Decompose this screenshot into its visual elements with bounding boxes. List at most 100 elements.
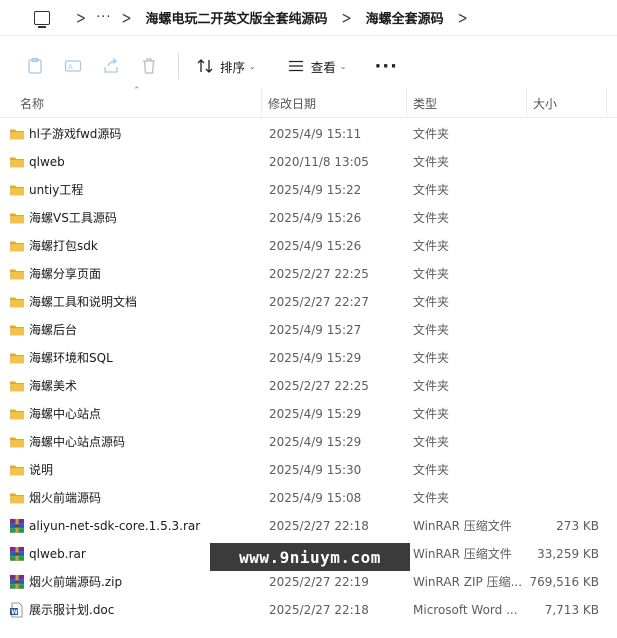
view-button[interactable]: 查看 ⌄ (282, 53, 353, 80)
file-row[interactable]: 烟火前端源码.zip 2025/2/27 22:19 WinRAR ZIP 压缩..… (0, 568, 617, 596)
file-row[interactable]: hl子游戏fwd源码 2025/4/9 15:11 文件夹 (0, 120, 617, 148)
file-type: WinRAR 压缩文件 (413, 547, 512, 561)
winrar-archive-icon (9, 546, 25, 562)
file-name: 烟火前端源码.zip (29, 575, 123, 589)
command-bar: A 排序 ⌄ 查看 ⌄ ··· (0, 44, 617, 88)
file-row[interactable]: 海螺美术 2025/2/27 22:25 文件夹 (0, 372, 617, 400)
file-row[interactable]: 海螺打包sdk 2025/4/9 15:26 文件夹 (0, 232, 617, 260)
this-pc-icon[interactable] (34, 10, 50, 28)
file-row[interactable]: 海螺后台 2025/4/9 15:27 文件夹 (0, 316, 617, 344)
toolbar-divider (178, 53, 179, 79)
folder-icon (9, 294, 25, 310)
file-type: 文件夹 (413, 407, 450, 421)
file-type: 文件夹 (413, 211, 450, 225)
file-type: 文件夹 (413, 491, 450, 505)
column-header-name[interactable]: 名称 (20, 88, 44, 118)
file-name: 海螺打包sdk (29, 239, 98, 253)
delete-icon[interactable] (136, 53, 162, 79)
file-date: 2025/2/27 22:18 (269, 603, 369, 617)
share-icon[interactable] (98, 53, 124, 79)
column-header-size[interactable]: 大小 (533, 88, 557, 118)
file-type: 文件夹 (413, 463, 450, 477)
chevron-down-icon: ⌄ (339, 61, 347, 71)
file-row[interactable]: 海螺中心站点 2025/4/9 15:29 文件夹 (0, 400, 617, 428)
breadcrumb-item[interactable]: 海螺电玩二开英文版全套纯源码 (142, 4, 332, 31)
file-name: 海螺环境和SQL (29, 351, 113, 365)
file-date: 2025/4/9 15:26 (269, 239, 362, 253)
file-row[interactable]: untiy工程 2025/4/9 15:22 文件夹 (0, 176, 617, 204)
file-row[interactable]: 海螺VS工具源码 2025/4/9 15:26 文件夹 (0, 204, 617, 232)
column-divider[interactable] (261, 88, 262, 118)
file-date: 2025/2/27 22:25 (269, 379, 369, 393)
chevron-down-icon: ⌄ (249, 61, 256, 71)
file-row[interactable]: 烟火前端源码 2025/4/9 15:08 文件夹 (0, 484, 617, 512)
file-date: 2025/4/9 15:22 (269, 183, 362, 197)
breadcrumb-item[interactable]: 海螺全套源码 (362, 4, 448, 31)
sort-label: 排序 (220, 59, 246, 75)
winrar-archive-icon (9, 574, 25, 590)
file-row[interactable]: aliyun-net-sdk-core.1.5.3.rar 2025/2/27 2… (0, 512, 617, 540)
column-divider[interactable] (606, 88, 607, 118)
address-bar[interactable]: > ··· > 海螺电玩二开英文版全套纯源码 > 海螺全套源码 > (0, 0, 617, 36)
file-date: 2020/11/8 13:05 (269, 155, 369, 169)
file-name: qlweb.rar (29, 547, 86, 561)
file-name: aliyun-net-sdk-core.1.5.3.rar (29, 519, 201, 533)
file-type: 文件夹 (413, 323, 450, 337)
file-name: 海螺中心站点 (29, 407, 102, 421)
column-divider[interactable] (406, 88, 407, 118)
file-date: 2025/4/9 15:08 (269, 491, 362, 505)
file-type: 文件夹 (413, 127, 450, 141)
file-date: 2025/2/27 22:25 (269, 267, 369, 281)
file-name: 海螺分享页面 (29, 267, 102, 281)
file-type: WinRAR 压缩文件 (413, 519, 512, 533)
folder-icon (9, 238, 25, 254)
file-date: 2025/4/9 15:26 (269, 211, 362, 225)
chevron-right-icon: > (457, 7, 468, 28)
column-divider[interactable] (526, 88, 527, 118)
sort-icon (197, 59, 213, 73)
file-type: 文件夹 (413, 351, 450, 365)
file-date: 2025/4/9 15:29 (269, 407, 362, 421)
more-breadcrumb-button[interactable]: ··· (96, 10, 111, 25)
file-type: WinRAR ZIP 压缩... (413, 575, 523, 589)
file-name: 海螺工具和说明文档 (29, 295, 138, 309)
file-row[interactable]: 海螺中心站点源码 2025/4/9 15:29 文件夹 (0, 428, 617, 456)
paste-icon[interactable] (22, 53, 48, 79)
file-row[interactable]: qlweb 2020/11/8 13:05 文件夹 (0, 148, 617, 176)
file-row[interactable]: 海螺分享页面 2025/2/27 22:25 文件夹 (0, 260, 617, 288)
more-options-button[interactable]: ··· (374, 56, 398, 77)
file-name: 海螺后台 (29, 323, 78, 337)
sort-button[interactable]: 排序 ⌄ (191, 53, 262, 80)
file-name: 海螺VS工具源码 (29, 211, 117, 225)
folder-icon (9, 126, 25, 142)
folder-icon (9, 378, 25, 394)
folder-icon (9, 490, 25, 506)
svg-text:A: A (68, 63, 73, 71)
file-name: 烟火前端源码 (29, 491, 102, 505)
file-date: 2025/2/27 22:18 (269, 519, 369, 533)
file-name: 海螺美术 (29, 379, 78, 393)
file-size: 273 KB (556, 519, 599, 533)
file-row[interactable]: 说明 2025/4/9 15:30 文件夹 (0, 456, 617, 484)
file-type: 文件夹 (413, 295, 450, 309)
file-type: 文件夹 (413, 435, 450, 449)
view-label: 查看 (310, 59, 336, 75)
file-type: Microsoft Word ... (413, 603, 518, 617)
file-name: 展示服计划.doc (29, 603, 115, 617)
file-type: 文件夹 (413, 155, 450, 169)
file-name: 说明 (29, 463, 54, 477)
chevron-right-icon: > (76, 7, 87, 28)
chevron-right-icon: > (121, 7, 132, 28)
word-document-icon: W (9, 602, 25, 618)
folder-icon (9, 154, 25, 170)
column-header-type[interactable]: 类型 (413, 88, 437, 118)
file-row[interactable]: 海螺环境和SQL 2025/4/9 15:29 文件夹 (0, 344, 617, 372)
watermark: www.9niuym.com (210, 543, 410, 571)
rename-icon[interactable]: A (60, 53, 86, 79)
file-date: 2025/2/27 22:19 (269, 575, 369, 589)
view-list-icon (288, 60, 303, 72)
file-row[interactable]: W 展示服计划.doc 2025/2/27 22:18 Microsoft Word … (0, 596, 617, 624)
folder-icon (9, 406, 25, 422)
file-row[interactable]: 海螺工具和说明文档 2025/2/27 22:27 文件夹 (0, 288, 617, 316)
column-header-modified[interactable]: 修改日期 (268, 88, 316, 118)
